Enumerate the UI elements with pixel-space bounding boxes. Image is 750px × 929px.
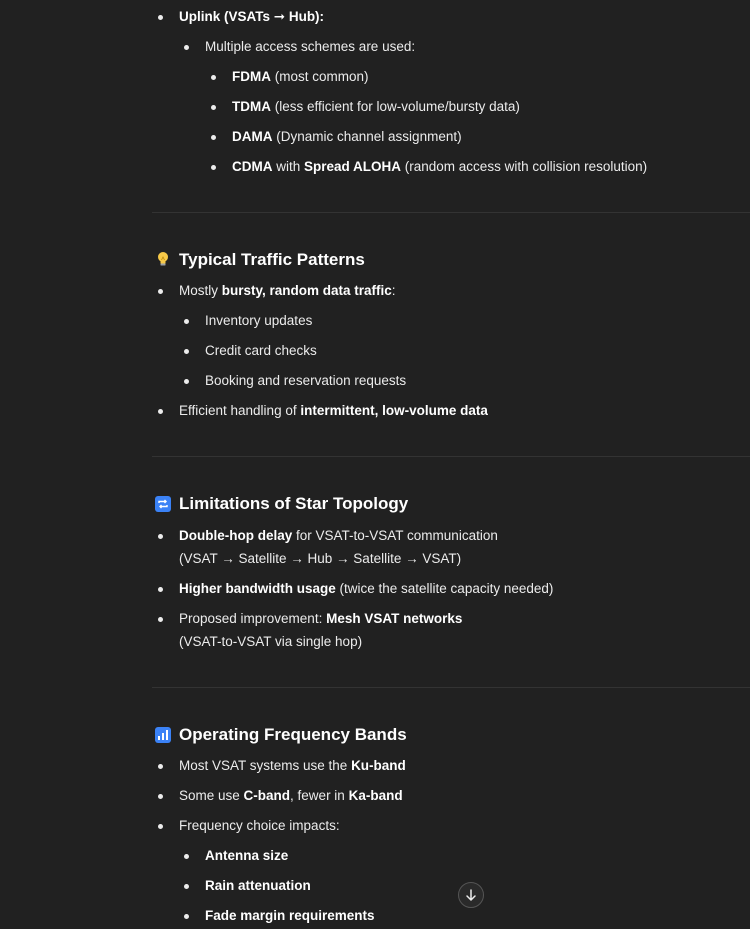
band-item-choice: Frequency choice impacts: bbox=[179, 818, 340, 833]
bullet bbox=[158, 409, 163, 414]
band-subitem: Rain attenuation bbox=[205, 878, 311, 893]
band-item-ku: Most VSAT systems use the Ku-band bbox=[179, 758, 406, 773]
scheme-tdma: TDMA (less efficient for low-volume/burs… bbox=[232, 99, 520, 114]
band-item-c-ka: Some use C-band, fewer in Ka-band bbox=[179, 788, 403, 803]
scheme-cdma: CDMA with Spread ALOHA (random access wi… bbox=[232, 159, 648, 174]
bullet bbox=[211, 135, 216, 140]
bullet bbox=[184, 854, 189, 859]
section-divider bbox=[152, 456, 750, 457]
bullet bbox=[158, 794, 163, 799]
uplink-intro: Multiple access schemes are used: bbox=[205, 39, 416, 54]
limitation-improvement-detail: (VSAT-to-VSAT via single hop) bbox=[179, 634, 363, 649]
heading-typical-traffic: Typical Traffic Patterns bbox=[179, 250, 365, 269]
bullet bbox=[158, 289, 163, 294]
bullet bbox=[211, 165, 216, 170]
limitation-bandwidth: Higher bandwidth usage (twice the satell… bbox=[179, 581, 554, 596]
bullet bbox=[184, 45, 189, 50]
traffic-item-bursty: Mostly bursty, random data traffic: bbox=[179, 283, 396, 298]
repeat-icon bbox=[155, 496, 171, 512]
traffic-subitem: Booking and reservation requests bbox=[205, 373, 407, 388]
bullet bbox=[184, 379, 189, 384]
traffic-subitem: Inventory updates bbox=[205, 313, 313, 328]
bullet bbox=[158, 617, 163, 622]
chat-message-content: Uplink (VSATs ➞ Hub): Multiple access sc… bbox=[0, 0, 750, 929]
heading-frequency-bands: Operating Frequency Bands bbox=[179, 725, 407, 744]
bullet bbox=[158, 587, 163, 592]
traffic-item-efficient: Efficient handling of intermittent, low-… bbox=[179, 403, 488, 418]
arrow-down-icon bbox=[466, 889, 476, 901]
section-divider bbox=[152, 687, 750, 688]
limitation-double-hop-path: (VSAT → Satellite → Hub → Satellite → VS… bbox=[179, 551, 462, 566]
bullet bbox=[211, 75, 216, 80]
limitation-improvement: Proposed improvement: Mesh VSAT networks bbox=[179, 611, 463, 626]
bullet bbox=[184, 319, 189, 324]
bullet bbox=[184, 349, 189, 354]
bullet bbox=[158, 764, 163, 769]
bullet bbox=[158, 824, 163, 829]
bullet bbox=[184, 914, 189, 919]
band-subitem: Fade margin requirements bbox=[205, 908, 375, 923]
band-subitem: Antenna size bbox=[205, 848, 289, 863]
bar-chart-icon bbox=[155, 727, 171, 743]
scroll-to-bottom-button[interactable] bbox=[458, 882, 484, 908]
uplink-title: Uplink (VSATs ➞ Hub): bbox=[179, 9, 325, 24]
bullet bbox=[184, 884, 189, 889]
scheme-dama: DAMA (Dynamic channel assignment) bbox=[232, 129, 462, 144]
bullet bbox=[158, 534, 163, 539]
heading-limitations: Limitations of Star Topology bbox=[179, 494, 409, 513]
bullet bbox=[158, 15, 163, 20]
traffic-subitem: Credit card checks bbox=[205, 343, 317, 358]
section-divider bbox=[152, 212, 750, 213]
lightbulb-icon bbox=[158, 252, 168, 266]
scheme-fdma: FDMA (most common) bbox=[232, 69, 369, 84]
bullet bbox=[211, 105, 216, 110]
limitation-double-hop: Double-hop delay for VSAT-to-VSAT commun… bbox=[179, 528, 498, 543]
